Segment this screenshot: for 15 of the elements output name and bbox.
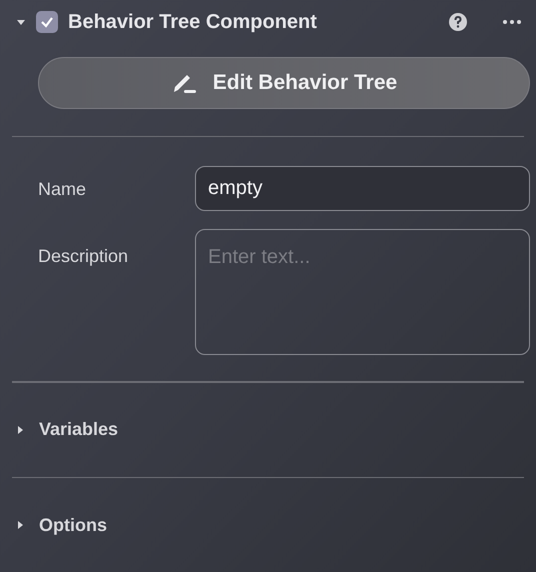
name-field[interactable]: empty	[195, 166, 530, 212]
caret-icon[interactable]	[15, 520, 25, 530]
field-label: Description	[38, 245, 130, 268]
caret-icon[interactable]	[15, 424, 25, 435]
description-field[interactable]: Enter text...	[195, 229, 530, 356]
component-title: Behavior Tree Component	[68, 10, 318, 36]
edit-behavior-tree-button[interactable]: Edit Behavior Tree	[38, 56, 530, 109]
section-title[interactable]: Options	[39, 512, 107, 539]
field-label: Name	[38, 178, 88, 202]
help-icon[interactable]	[448, 12, 468, 32]
check-icon	[40, 15, 54, 30]
enable-checkbox[interactable]	[36, 11, 58, 34]
section-title[interactable]: Variables	[39, 416, 118, 444]
caret-icon[interactable]	[16, 17, 26, 28]
more-icon[interactable]	[502, 19, 522, 26]
